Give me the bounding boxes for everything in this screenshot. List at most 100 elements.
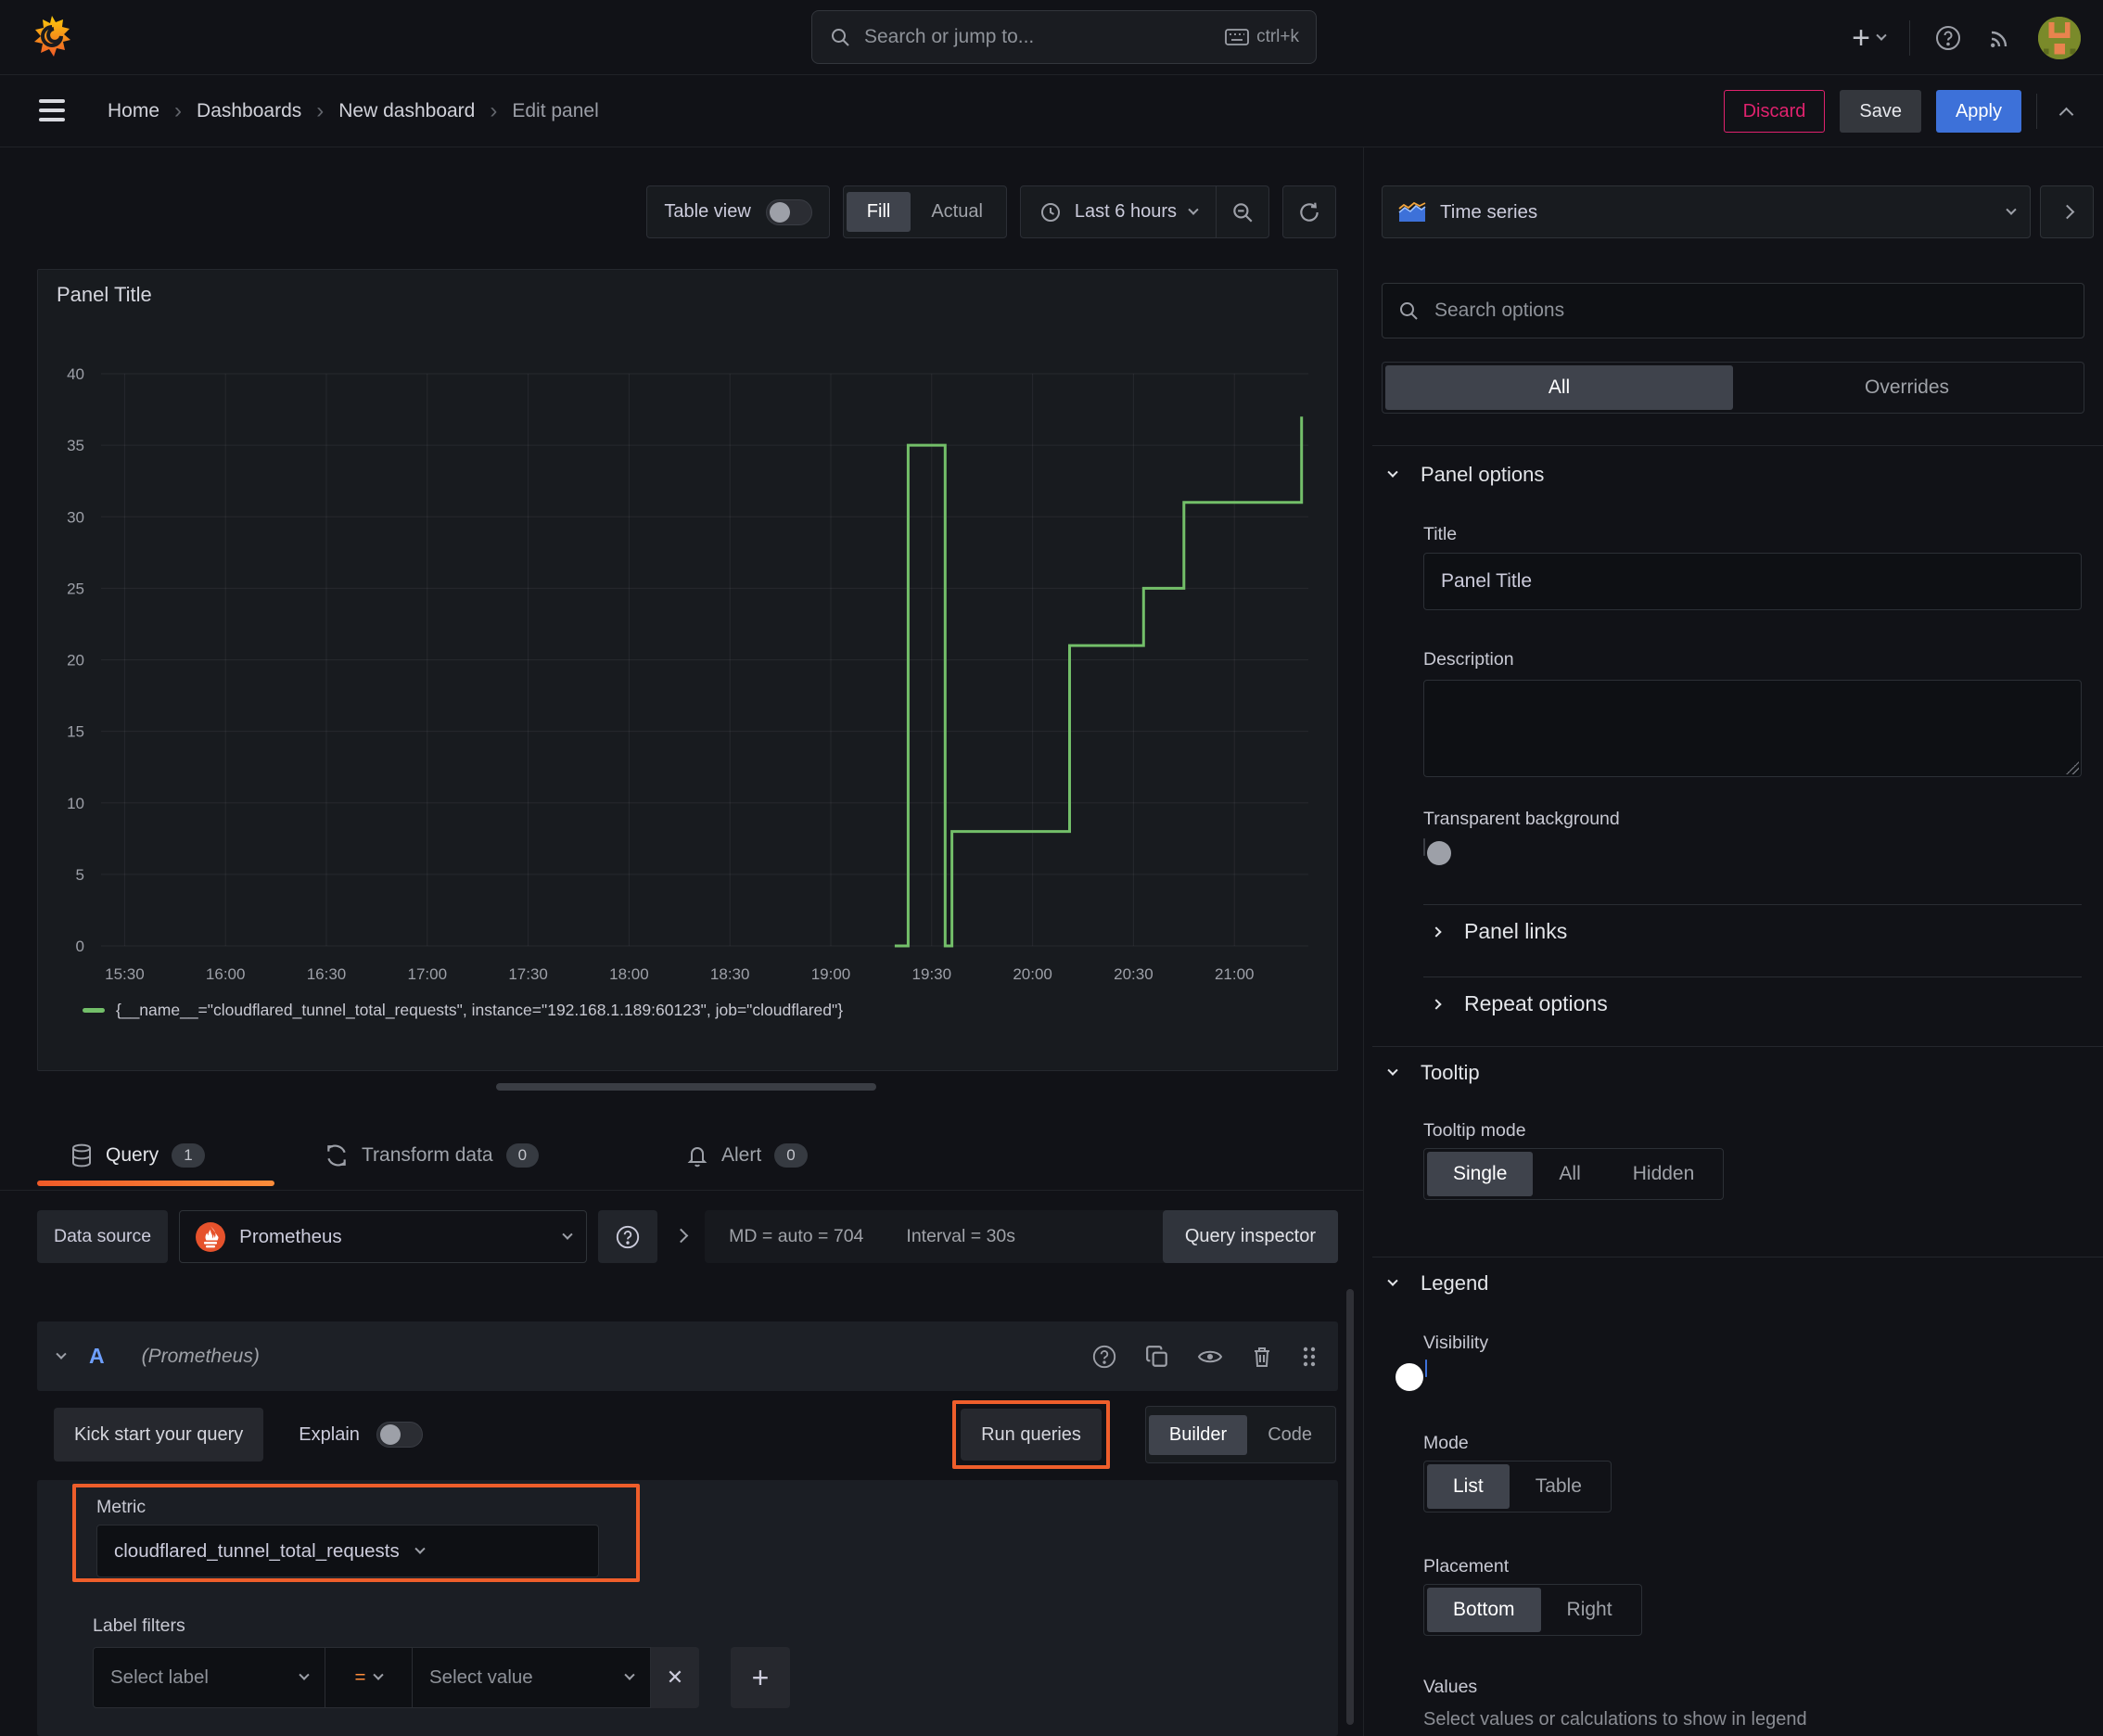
- chevron-down-icon: [299, 1669, 310, 1680]
- run-queries-button[interactable]: Run queries: [961, 1409, 1102, 1461]
- actual-option[interactable]: Actual: [911, 192, 1003, 232]
- menu-toggle-icon[interactable]: [39, 99, 65, 127]
- chevron-right-icon: [2059, 204, 2074, 220]
- query-inspector-button[interactable]: Query inspector: [1162, 1210, 1338, 1263]
- query-editor-body: Metric cloudflared_tunnel_total_requests…: [37, 1480, 1338, 1736]
- tooltip-mode-hidden[interactable]: Hidden: [1607, 1152, 1721, 1196]
- legend-placement-right[interactable]: Right: [1541, 1588, 1638, 1632]
- section-panel-links[interactable]: Panel links: [1431, 919, 1567, 944]
- legend-series-label[interactable]: {__name__="cloudflared_tunnel_total_requ…: [116, 1001, 843, 1020]
- builder-option[interactable]: Builder: [1148, 1414, 1248, 1455]
- user-avatar[interactable]: [2038, 16, 2081, 59]
- legend-mode-table[interactable]: Table: [1510, 1464, 1608, 1509]
- save-button[interactable]: Save: [1840, 90, 1921, 133]
- legend-placement-segmented: Bottom Right: [1423, 1584, 1642, 1636]
- query-row-header[interactable]: A (Prometheus): [37, 1321, 1338, 1391]
- metric-label: Metric: [96, 1497, 147, 1517]
- legend-mode-label: Mode: [1423, 1433, 1469, 1453]
- select-label-dropdown[interactable]: Select label: [93, 1647, 325, 1708]
- toggle-visibility-icon[interactable]: [1197, 1345, 1223, 1369]
- transparent-background-label: Transparent background: [1423, 809, 1620, 829]
- tab-transform[interactable]: Transform data 0: [325, 1120, 540, 1191]
- datasource-help-button[interactable]: [598, 1210, 658, 1263]
- timeseries-viz-icon: [1397, 201, 1427, 223]
- tab-alert-count: 0: [774, 1143, 808, 1168]
- tooltip-mode-all[interactable]: All: [1533, 1152, 1606, 1196]
- legend-placement-bottom[interactable]: Bottom: [1427, 1588, 1541, 1632]
- search-shortcut: ctrl+k: [1256, 27, 1299, 46]
- duplicate-query-icon[interactable]: [1145, 1345, 1169, 1369]
- delete-query-icon[interactable]: [1251, 1345, 1273, 1369]
- query-help-icon[interactable]: [1091, 1344, 1117, 1370]
- resize-handle-icon[interactable]: [2066, 761, 2079, 774]
- tab-all[interactable]: All: [1385, 365, 1733, 410]
- pane-resize-handle[interactable]: [496, 1083, 876, 1091]
- news-rss-icon[interactable]: [1986, 24, 2014, 52]
- refresh-button[interactable]: [1282, 185, 1336, 238]
- section-tooltip[interactable]: Tooltip: [1387, 1061, 1480, 1085]
- query-options-summary[interactable]: MD = auto = 704 Interval = 30s Query ins…: [705, 1210, 1338, 1263]
- zoom-out-button[interactable]: [1217, 200, 1268, 224]
- chart-panel[interactable]: Panel Title 0 5 10 15 20 25 30 35 40 15:30 16:00 16…: [37, 269, 1338, 1071]
- kick-start-query-button[interactable]: Kick start your query: [54, 1408, 264, 1462]
- table-view-toggle[interactable]: [765, 198, 812, 225]
- scrollbar-thumb[interactable]: [1346, 1289, 1354, 1725]
- chevron-right-icon: [1431, 998, 1442, 1010]
- collapse-query-icon[interactable]: [56, 1348, 67, 1359]
- zoom-out-icon: [1230, 200, 1255, 224]
- plus-icon: +: [1852, 19, 1870, 56]
- panel-title-input[interactable]: [1423, 553, 2082, 610]
- select-value-dropdown[interactable]: Select value: [413, 1647, 651, 1708]
- datasource-picker[interactable]: Prometheus: [179, 1210, 588, 1263]
- options-search[interactable]: Search options: [1382, 283, 2084, 338]
- time-range-picker[interactable]: Last 6 hours: [1021, 201, 1216, 223]
- svg-text:25: 25: [67, 580, 84, 597]
- section-legend[interactable]: Legend: [1387, 1271, 1488, 1296]
- fill-option[interactable]: Fill: [846, 192, 911, 232]
- grafana-logo-icon[interactable]: [28, 13, 76, 61]
- nav-bar: Home › Dashboards › New dashboard › Edit…: [0, 75, 2103, 147]
- breadcrumb-edit-panel: Edit panel: [512, 100, 599, 121]
- apply-button[interactable]: Apply: [1935, 90, 2021, 133]
- panel-description-input[interactable]: [1423, 680, 2082, 777]
- chevron-down-icon: [1387, 1065, 1398, 1076]
- explain-toggle[interactable]: [376, 1422, 423, 1448]
- section-repeat-options[interactable]: Repeat options: [1431, 991, 1608, 1016]
- panel-title: Panel Title: [57, 283, 152, 306]
- legend-values-label: Values: [1423, 1677, 1478, 1697]
- remove-filter-button[interactable]: ✕: [651, 1647, 699, 1708]
- title-label: Title: [1423, 524, 1458, 544]
- chevron-down-icon: [624, 1669, 635, 1680]
- section-panel-options[interactable]: Panel options: [1387, 463, 1544, 487]
- legend-visibility-toggle[interactable]: [1396, 1359, 1427, 1391]
- drag-query-handle-icon[interactable]: [1301, 1345, 1318, 1369]
- transparent-background-toggle[interactable]: [1423, 838, 1451, 865]
- breadcrumb-home[interactable]: Home: [108, 100, 159, 122]
- discard-button[interactable]: Discard: [1723, 90, 1826, 133]
- expand-options-icon[interactable]: [673, 1228, 689, 1244]
- select-label-placeholder: Select label: [110, 1666, 209, 1688]
- svg-text:20: 20: [67, 652, 84, 670]
- visualization-picker[interactable]: Time series: [1382, 185, 2031, 238]
- add-new-button[interactable]: +: [1852, 19, 1887, 56]
- metric-select[interactable]: cloudflared_tunnel_total_requests: [96, 1525, 599, 1577]
- query-actions-row: Kick start your query Explain Run querie…: [37, 1400, 1338, 1469]
- breadcrumb-dashboards[interactable]: Dashboards: [197, 100, 301, 122]
- tooltip-mode-single[interactable]: Single: [1427, 1152, 1534, 1196]
- timeseries-chart[interactable]: 0 5 10 15 20 25 30 35 40 15:30 16:00 16:30 17:00 17:3…: [38, 353, 1339, 1030]
- tab-alert[interactable]: Alert 0: [686, 1120, 808, 1191]
- code-option[interactable]: Code: [1247, 1415, 1332, 1455]
- breadcrumb-new-dashboard[interactable]: New dashboard: [338, 100, 475, 122]
- collapse-options-icon[interactable]: [2058, 107, 2074, 121]
- help-icon[interactable]: [1934, 24, 1962, 52]
- keyboard-icon: [1225, 28, 1249, 46]
- chevron-down-icon: [1387, 1275, 1398, 1286]
- legend-series-swatch[interactable]: [83, 1008, 105, 1013]
- svg-text:5: 5: [76, 866, 84, 884]
- global-search[interactable]: Search or jump to... ctrl+k: [811, 10, 1317, 64]
- tab-overrides[interactable]: Overrides: [1733, 365, 2081, 410]
- operator-dropdown[interactable]: =: [325, 1647, 413, 1708]
- add-filter-button[interactable]: +: [731, 1647, 790, 1708]
- legend-mode-list[interactable]: List: [1427, 1464, 1510, 1509]
- toggle-viz-suggestions-button[interactable]: [2040, 185, 2094, 238]
